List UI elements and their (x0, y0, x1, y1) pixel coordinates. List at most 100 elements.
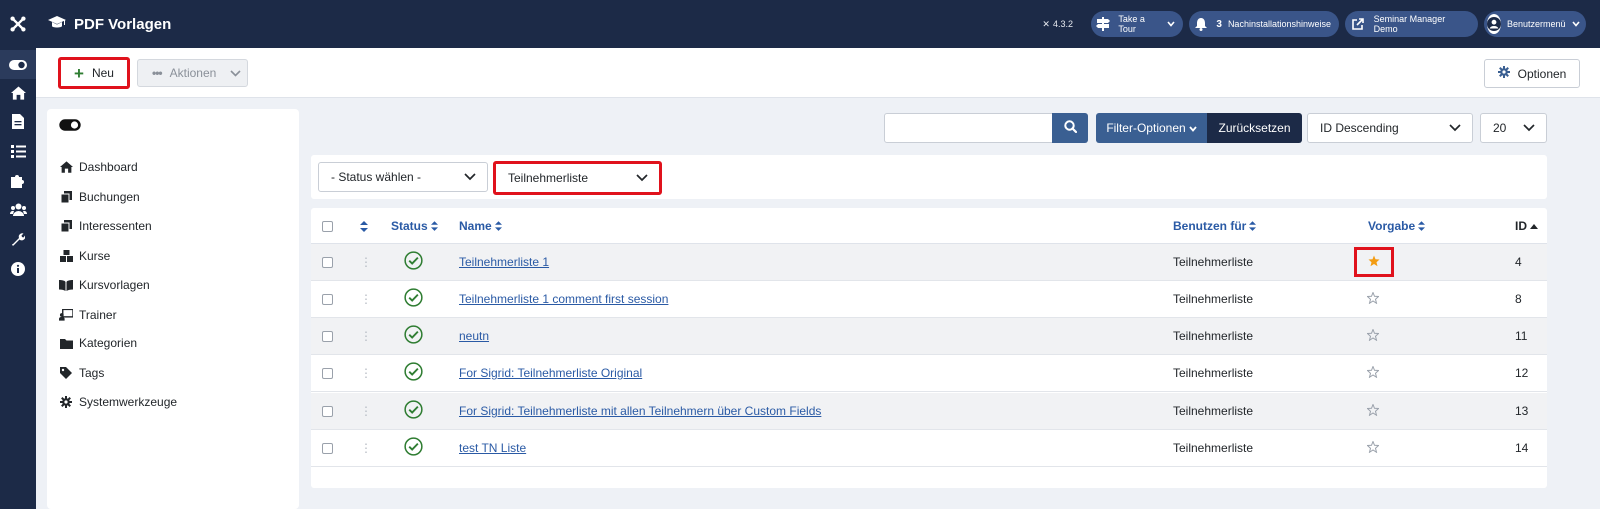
limit-select-value: 20 (1493, 121, 1507, 135)
toggle-menu-icon[interactable] (0, 50, 36, 79)
sidebar-item-kursvorlagen[interactable]: Kursvorlagen (59, 278, 150, 292)
status-filter-select[interactable]: - Status wählen - (318, 162, 488, 192)
status-toggle[interactable] (404, 244, 423, 280)
template-name-link[interactable]: For Sigrid: Teilnehmerliste Original (459, 355, 642, 391)
template-name-link[interactable]: Teilnehmerliste 1 (459, 244, 549, 280)
row-checkbox[interactable] (322, 281, 333, 317)
sidebar-item-buchungen[interactable]: Buchungen (59, 190, 140, 204)
actions-button[interactable]: ••• Aktionen (137, 59, 248, 87)
id-text: 8 (1515, 292, 1522, 306)
drag-handle-icon[interactable]: ⋮ (360, 430, 372, 466)
sidebar-item-tags[interactable]: Tags (59, 366, 104, 380)
tag-icon (59, 367, 73, 379)
order-select[interactable]: ID Descending (1307, 113, 1473, 143)
status-toggle[interactable] (404, 355, 423, 391)
use-for-text: Teilnehmerliste (1173, 329, 1254, 343)
default-star-highlight[interactable] (1354, 247, 1394, 277)
take-tour-button[interactable]: Take a Tour (1091, 11, 1183, 37)
copy-icon (59, 220, 73, 232)
set-default-button[interactable] (1366, 281, 1380, 317)
template-name-link[interactable]: For Sigrid: Teilnehmerliste mit allen Te… (459, 393, 821, 429)
row-checkbox[interactable] (322, 244, 333, 280)
info-icon[interactable] (0, 254, 36, 283)
status-toggle[interactable] (404, 393, 423, 429)
take-tour-label: Take a Tour (1118, 14, 1145, 34)
sidebar-item-kategorien[interactable]: Kategorien (59, 336, 137, 350)
sidebar-item-kurse[interactable]: Kurse (59, 249, 110, 263)
sidebar-item-dashboard[interactable]: Dashboard (59, 160, 138, 174)
select-all-checkbox[interactable] (322, 208, 333, 244)
set-default-button[interactable] (1366, 393, 1380, 429)
site-link-button[interactable]: Seminar Manager Demo (1345, 11, 1478, 37)
order-select-value: ID Descending (1320, 121, 1399, 135)
sort-icon (494, 221, 502, 231)
template-name-text: Teilnehmerliste 1 (459, 255, 550, 269)
user-menu-button[interactable]: Benutzermenü (1484, 11, 1586, 37)
id-cell: 11 (1515, 318, 1527, 354)
row-checkbox[interactable] (322, 355, 333, 391)
status-toggle[interactable] (404, 281, 423, 317)
default-column-header[interactable]: Vorgabe (1368, 208, 1426, 244)
plus-icon: + (74, 63, 84, 83)
use-for-column-header[interactable]: Benutzen für (1173, 208, 1257, 244)
component-sidebar: Dashboard Buchungen Interessenten Kurse Kurs… (47, 109, 299, 509)
wrench-icon[interactable] (0, 224, 36, 253)
sidebar-item-trainer[interactable]: Trainer (59, 308, 117, 322)
post-install-label: Nachinstallationshinweise (1227, 19, 1331, 29)
template-name-link[interactable]: Teilnehmerliste 1 comment first session (459, 281, 668, 317)
sort-ordering-icon[interactable] (360, 208, 368, 244)
status-header-label: Status (391, 219, 428, 233)
row-checkbox[interactable] (322, 318, 333, 354)
search-button[interactable] (1052, 113, 1088, 143)
use-for-cell: Teilnehmerliste (1173, 244, 1253, 280)
sidebar-item-systemwerkzeuge[interactable]: Systemwerkzeuge (59, 395, 177, 409)
drag-handle-icon[interactable]: ⋮ (360, 244, 372, 280)
home-icon[interactable] (0, 78, 36, 107)
file-icon[interactable] (0, 107, 36, 136)
drag-handle-icon[interactable]: ⋮ (360, 318, 372, 354)
id-text: 14 (1515, 441, 1529, 455)
sidebar-item-interessenten[interactable]: Interessenten (59, 219, 152, 233)
row-checkbox[interactable] (322, 393, 333, 429)
puzzle-icon[interactable] (0, 166, 36, 195)
new-button[interactable]: + Neu (58, 57, 130, 89)
drag-handle-icon[interactable]: ⋮ (360, 393, 372, 429)
list-icon[interactable] (0, 137, 36, 166)
type-filter-select[interactable]: Teilnehmerliste (493, 161, 662, 195)
drag-handle-icon[interactable]: ⋮ (360, 281, 372, 317)
chevron-down-icon (1512, 114, 1546, 142)
table-row: ⋮ Teilnehmerliste 1 comment first session… (311, 281, 1547, 318)
id-cell: 8 (1515, 281, 1522, 317)
book-icon (59, 279, 73, 291)
table-row: ⋮ test TN Liste Teilnehmerliste 14 (311, 430, 1547, 467)
use-for-text: Teilnehmerliste (1173, 255, 1254, 269)
status-toggle[interactable] (404, 318, 423, 354)
filter-options-button[interactable]: Filter-Optionen (1096, 113, 1207, 143)
sidebar-toggle-icon[interactable] (59, 119, 81, 134)
name-column-header[interactable]: Name (459, 208, 502, 244)
sidebar-item-label: Dashboard (79, 160, 138, 174)
notification-count: 3 (1216, 18, 1222, 30)
chevron-down-icon (1189, 121, 1197, 135)
row-checkbox[interactable] (322, 430, 333, 466)
users-icon[interactable] (0, 195, 36, 224)
header-bar: PDF Vorlagen ✕ 4.3.2 Take a Tour 3 Nachi… (36, 0, 1600, 48)
template-name-text: For Sigrid: Teilnehmerliste Original (459, 366, 643, 380)
template-name-link[interactable]: test TN Liste (459, 430, 526, 466)
options-button[interactable]: Optionen (1484, 59, 1580, 88)
post-install-messages-button[interactable]: 3 Nachinstallationshinweise (1189, 11, 1339, 37)
limit-select[interactable]: 20 (1480, 113, 1547, 143)
status-toggle[interactable] (404, 430, 423, 466)
set-default-button[interactable] (1366, 318, 1380, 354)
id-cell: 12 (1515, 355, 1528, 391)
template-name-link[interactable]: neutn (459, 318, 489, 354)
status-column-header[interactable]: Status (391, 208, 438, 244)
joomla-logo-icon[interactable] (0, 0, 36, 48)
drag-handle-icon[interactable]: ⋮ (360, 355, 372, 391)
id-column-header[interactable]: ID (1515, 208, 1538, 244)
set-default-button[interactable] (1366, 430, 1380, 466)
table-header: Status Name Benutzen für Vorgabe ID (311, 208, 1547, 244)
set-default-button[interactable] (1366, 355, 1380, 391)
reset-button[interactable]: Zurücksetzen (1207, 113, 1302, 143)
search-input[interactable] (884, 113, 1053, 143)
